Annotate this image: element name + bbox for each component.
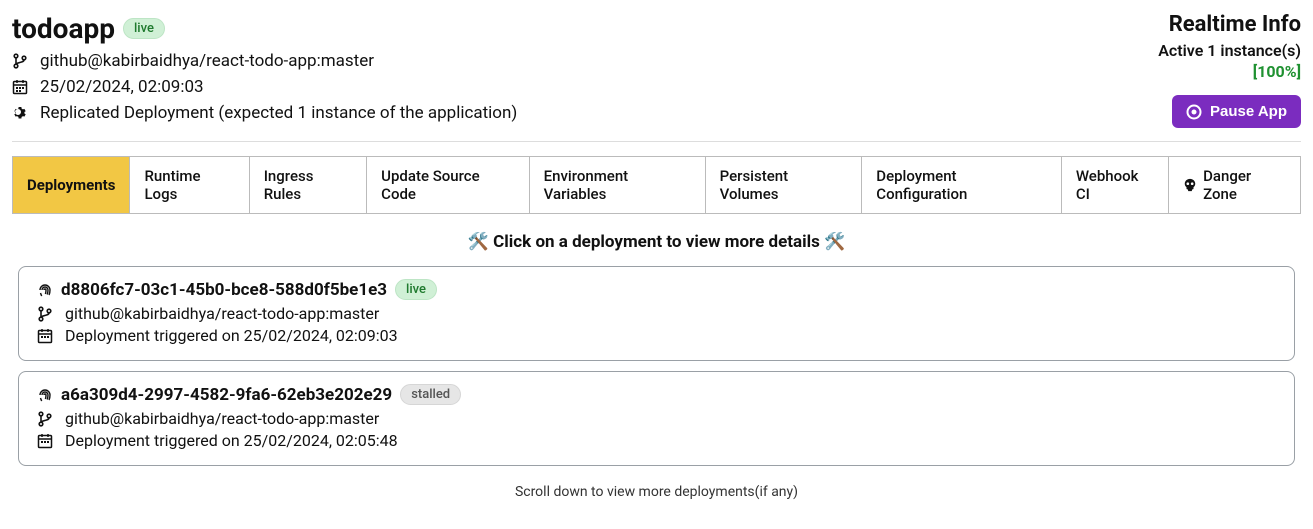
scroll-note: Scroll down to view more deployments(if … [12,484,1301,500]
divider [12,141,1301,142]
tab-webhook-ci[interactable]: Webhook CI [1062,157,1169,213]
pause-label: Pause App [1210,103,1287,120]
fingerprint-icon [37,387,53,403]
tab-deployment-config[interactable]: Deployment Configuration [862,157,1062,213]
status-badge: live [123,18,165,39]
branch-icon [37,411,55,427]
deployment-card[interactable]: a6a309d4-2997-4582-9fa6-62eb3e202e29 sta… [18,371,1295,466]
tab-runtime-logs[interactable]: Runtime Logs [130,157,249,213]
deployment-trigger: Deployment triggered on 25/02/2024, 02:0… [65,326,398,345]
tab-deployments[interactable]: Deployments [13,157,130,213]
tab-ingress-rules[interactable]: Ingress Rules [250,157,367,213]
app-title: todoapp [12,12,115,45]
gear-icon [12,105,30,121]
deployment-trigger: Deployment triggered on 25/02/2024, 02:0… [65,431,398,450]
calendar-icon [37,433,55,449]
calendar-icon [12,79,30,95]
deployment-id: a6a309d4-2997-4582-9fa6-62eb3e202e29 [61,385,392,405]
realtime-active: Active 1 instance(s) [1158,41,1301,60]
tabs-row: Deployments Runtime Logs Ingress Rules U… [12,156,1301,214]
realtime-title: Realtime Info [1158,12,1301,37]
tab-persistent-volumes[interactable]: Persistent Volumes [706,157,863,213]
skull-icon [1183,178,1197,192]
repo-line: github@kabirbaidhya/react-todo-app:maste… [40,51,374,71]
tab-danger-label: Danger Zone [1203,167,1286,203]
tab-update-source[interactable]: Update Source Code [367,157,529,213]
timestamp-line: 25/02/2024, 02:09:03 [40,77,204,97]
deployment-status-badge: live [395,279,437,300]
deployment-desc: Replicated Deployment (expected 1 instan… [40,103,517,123]
pause-app-button[interactable]: Pause App [1172,95,1301,128]
deployment-repo: github@kabirbaidhya/react-todo-app:maste… [65,409,379,428]
calendar-icon [37,328,55,344]
deployment-repo: github@kabirbaidhya/react-todo-app:maste… [65,304,379,323]
deployment-card[interactable]: d8806fc7-03c1-45b0-bce8-588d0f5be1e3 liv… [18,266,1295,361]
branch-icon [37,306,55,322]
fingerprint-icon [37,282,53,298]
deployment-id: d8806fc7-03c1-45b0-bce8-588d0f5be1e3 [61,280,387,300]
hint-text: 🛠️ Click on a deployment to view more de… [12,232,1301,252]
deployment-status-badge: stalled [400,384,461,405]
pause-icon [1186,104,1202,120]
tab-env-vars[interactable]: Environment Variables [530,157,706,213]
tab-danger-zone[interactable]: Danger Zone [1169,157,1300,213]
realtime-percent: [100%] [1158,62,1301,81]
branch-icon [12,53,30,69]
